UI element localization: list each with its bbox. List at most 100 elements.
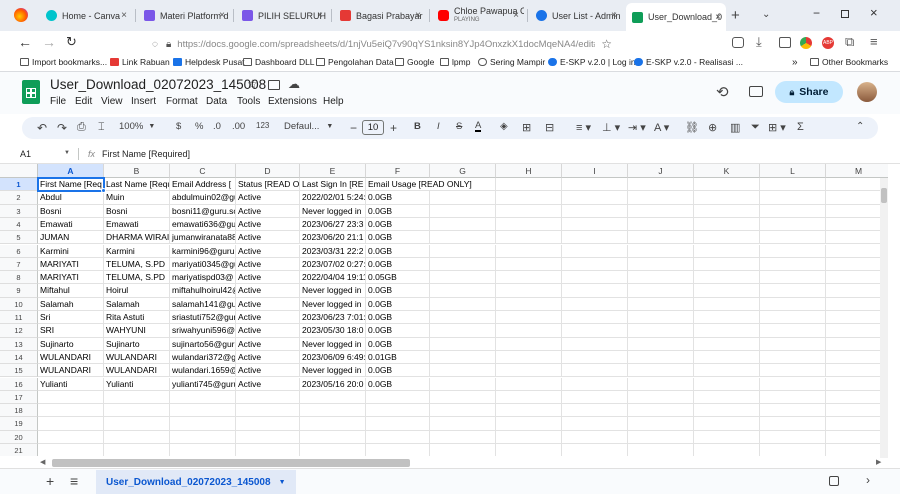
text-wrap-icon[interactable]: ⇥ ▾ [628, 121, 646, 134]
table-cell[interactable]: Never logged in [300, 337, 366, 351]
table-cell[interactable]: 0.0GB [366, 204, 430, 218]
browser-tab-youtube[interactable]: Chloe Pawapua C PLAYING × [432, 5, 524, 26]
bold-button[interactable]: B [414, 121, 421, 132]
table-cell[interactable]: emawati636@gu [170, 217, 236, 232]
avatar[interactable] [857, 82, 877, 102]
table-cell[interactable] [562, 217, 628, 232]
table-cell[interactable] [760, 257, 826, 272]
table-cell[interactable] [104, 430, 170, 444]
address-bar[interactable]: ◌ 🔒︎ https://docs.google.com/spreadsheet… [144, 34, 662, 54]
forward-button[interactable]: → [42, 34, 56, 50]
table-cell[interactable] [496, 364, 562, 378]
table-cell[interactable] [496, 417, 562, 431]
table-cell[interactable] [694, 364, 760, 378]
table-cell[interactable] [694, 271, 760, 285]
row-header[interactable]: 12 [0, 324, 38, 338]
scroll-left-arrow[interactable]: ◀ [40, 458, 45, 466]
column-header-h[interactable]: H [496, 164, 562, 178]
table-cell[interactable] [826, 431, 888, 444]
table-cell[interactable] [694, 390, 760, 405]
move-folder-icon[interactable] [268, 80, 280, 90]
table-cell[interactable] [760, 284, 826, 298]
table-cell[interactable] [826, 444, 888, 456]
add-sheet-button[interactable]: + [46, 473, 54, 489]
table-cell[interactable]: Sujinarto [104, 337, 170, 351]
table-cell[interactable]: 0.0GB [366, 244, 430, 258]
table-cell[interactable] [562, 324, 628, 338]
table-cell[interactable] [170, 444, 236, 456]
close-tab-icon[interactable]: × [219, 10, 225, 21]
table-cell[interactable] [366, 390, 430, 405]
row-header[interactable]: 9 [0, 284, 38, 298]
table-cell[interactable]: 0.0GB [366, 377, 430, 391]
table-cell[interactable] [430, 217, 496, 232]
table-cell[interactable] [562, 404, 628, 418]
table-cell[interactable]: Miftahul [38, 284, 104, 298]
menu-icon[interactable]: ≡ [870, 34, 878, 49]
table-cell[interactable] [628, 217, 694, 232]
table-cell[interactable] [170, 430, 236, 444]
table-cell[interactable]: 0.0GB [366, 231, 430, 245]
table-cell[interactable]: Active [236, 217, 300, 232]
close-window-button[interactable]: × [870, 5, 878, 20]
font-size-decrease-button[interactable]: − [350, 121, 357, 135]
functions-button[interactable]: Σ [797, 121, 804, 133]
table-cell[interactable] [236, 404, 300, 418]
menu-format[interactable]: Format [166, 96, 198, 107]
explore-icon[interactable] [829, 476, 839, 486]
table-cell[interactable]: karmini96@guru. [170, 244, 236, 258]
table-cell[interactable] [826, 271, 888, 285]
table-cell[interactable]: Last Name [Requ [104, 178, 170, 192]
filter-views-icon[interactable]: ⊞ ▾ [768, 121, 786, 134]
table-cell[interactable] [760, 271, 826, 285]
table-cell[interactable] [300, 444, 366, 456]
table-cell[interactable] [826, 178, 888, 192]
table-cell[interactable] [628, 257, 694, 272]
browser-tab-canva[interactable]: Home - Canva × [40, 5, 132, 26]
table-cell[interactable]: Active [236, 257, 300, 272]
bookmark-helpdesk[interactable]: Helpdesk Pusat [173, 57, 245, 67]
menu-insert[interactable]: Insert [131, 96, 156, 107]
table-cell[interactable] [236, 444, 300, 456]
table-cell[interactable]: yulianti745@guru [170, 377, 236, 391]
row-header[interactable]: 11 [0, 311, 38, 325]
table-cell[interactable] [430, 390, 496, 405]
table-cell[interactable] [628, 191, 694, 205]
italic-button[interactable]: I [437, 121, 440, 132]
table-cell[interactable] [694, 244, 760, 258]
table-cell[interactable]: Emawati [104, 217, 170, 232]
vertical-scrollbar[interactable] [880, 178, 888, 458]
table-cell[interactable]: salamah141@gu [170, 297, 236, 311]
star-icon[interactable]: ☆ [247, 77, 258, 91]
table-cell[interactable] [760, 404, 826, 418]
table-cell[interactable]: Never logged in [300, 364, 366, 378]
column-header-m[interactable]: M [826, 164, 888, 178]
table-cell[interactable]: 2023/06/23 7:01: [300, 311, 366, 325]
table-cell[interactable] [694, 350, 760, 365]
table-cell[interactable] [430, 377, 496, 391]
table-cell[interactable] [760, 178, 826, 192]
table-cell[interactable]: Bosni [104, 204, 170, 218]
table-cell[interactable] [628, 377, 694, 391]
table-cell[interactable] [760, 204, 826, 218]
table-cell[interactable]: 0.0GB [366, 257, 430, 272]
table-cell[interactable]: Hoirul [104, 284, 170, 298]
table-cell[interactable]: Muin [104, 191, 170, 205]
horizontal-scroll-thumb[interactable] [52, 459, 410, 467]
bookmark-star-icon[interactable]: ☆ [601, 37, 612, 51]
table-cell[interactable]: 2023/05/30 18:0 [300, 324, 366, 338]
table-cell[interactable] [694, 297, 760, 311]
horizontal-scrollbar[interactable]: ◀ ▶ [38, 458, 888, 468]
table-cell[interactable] [694, 231, 760, 245]
table-cell[interactable] [430, 271, 496, 285]
table-cell[interactable] [760, 430, 826, 444]
table-cell[interactable] [562, 430, 628, 444]
table-cell[interactable] [38, 444, 104, 456]
menu-edit[interactable]: Edit [75, 96, 92, 107]
table-cell[interactable] [760, 244, 826, 258]
table-cell[interactable] [562, 337, 628, 351]
table-cell[interactable] [562, 204, 628, 218]
table-cell[interactable] [300, 390, 366, 405]
table-cell[interactable]: Never logged in [300, 297, 366, 311]
filter-icon[interactable]: ⏷ [751, 121, 760, 134]
